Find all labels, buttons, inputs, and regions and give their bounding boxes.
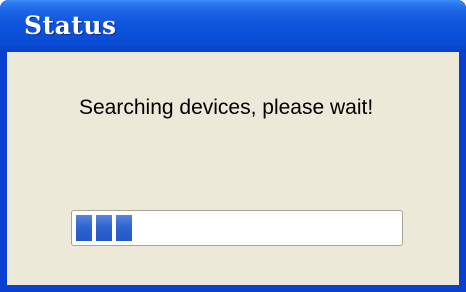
- progress-segment: [96, 215, 112, 241]
- progress-segment: [116, 215, 132, 241]
- status-message: Searching devices, please wait!: [79, 96, 374, 119]
- progress-bar: [71, 210, 403, 246]
- progress-segment: [76, 215, 92, 241]
- title-bar[interactable]: Status: [0, 0, 466, 52]
- status-window: Status Searching devices, please wait!: [0, 0, 466, 292]
- dialog-body: Searching devices, please wait!: [7, 52, 459, 285]
- progress-track: [76, 215, 398, 241]
- window-title: Status: [24, 11, 117, 40]
